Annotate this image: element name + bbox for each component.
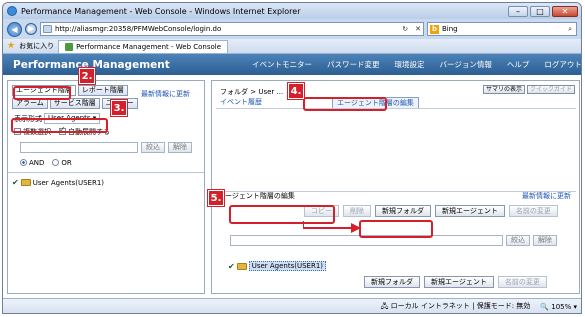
summary-button[interactable]: サマリの表示 xyxy=(482,85,525,94)
bing-icon: b xyxy=(430,24,439,34)
minimize-button[interactable]: – xyxy=(508,5,528,17)
browser-tab[interactable]: Performance Management - Web Console xyxy=(58,39,229,53)
address-bar: ◀ ▶ http://aliasmgr:20358/PFMWebConsole/… xyxy=(3,19,581,39)
quick-guide-button[interactable]: クイックガイド xyxy=(526,85,575,94)
or-radio[interactable]: OR xyxy=(52,159,72,167)
zoom-control[interactable]: 🔍 105% ▾ xyxy=(540,303,577,311)
url-field[interactable]: http://aliasmgr:20358/PFMWebConsole/logi… xyxy=(40,22,424,36)
close-button[interactable]: ✕ xyxy=(552,5,578,17)
favorites-star-icon[interactable]: ★ xyxy=(7,41,15,51)
chevron-down-icon: ▾ xyxy=(571,303,577,311)
right-separator xyxy=(216,108,576,109)
callout-4: 4. xyxy=(288,83,304,99)
new-agent-button-bottom[interactable]: 新規エージェント xyxy=(424,276,494,288)
check-icon: ✔ xyxy=(228,261,235,271)
refresh-link[interactable]: 最新情報に更新 xyxy=(141,89,190,99)
arrow-icon xyxy=(303,221,361,233)
favorites-bar: ★ お気に入り Performance Management - Web Con… xyxy=(3,39,581,54)
right-clear-button[interactable]: 解除 xyxy=(533,235,557,246)
highlight-display-format xyxy=(11,118,108,133)
status-bar: 🖧 ローカル イントラネット | 保護モード: 無効 🔍 105% ▾ xyxy=(3,298,581,313)
nav-help[interactable]: ヘルプ xyxy=(507,59,530,70)
left-pane: エージェント階層 レポート階層 アラーム サービス階層 ユーザー 最新情報に更新… xyxy=(7,80,205,294)
new-agent-button-top[interactable]: 新規エージェント xyxy=(435,205,505,217)
top-button-row: コピー 削除 新規フォルダ 新規エージェント 名前の変更 xyxy=(304,205,558,217)
check-icon: ✔ xyxy=(12,178,19,187)
favorites-label[interactable]: お気に入り xyxy=(19,41,54,51)
section-title: エージェント階層の編集 xyxy=(218,192,295,200)
search-icon[interactable]: ⌕ xyxy=(566,25,574,34)
zoom-label: 105% xyxy=(551,303,572,311)
left-narrow-button[interactable]: 絞込 xyxy=(141,142,165,153)
right-tree-label: User Agents(USER1) xyxy=(248,261,327,271)
magnifier-icon: 🔍 xyxy=(540,303,552,311)
stop-icon[interactable]: ✕ xyxy=(413,25,423,33)
search-engine-label: Bing xyxy=(442,25,458,33)
breadcrumb: フォルダ > User ... xyxy=(220,88,284,96)
highlight-agent-tab xyxy=(13,86,71,100)
nav-version-info[interactable]: バージョン情報 xyxy=(440,59,492,70)
nav-settings[interactable]: 環境設定 xyxy=(395,59,425,70)
tab-report-hierarchy[interactable]: レポート階層 xyxy=(77,85,128,96)
right-pane: フォルダ > User ... サマリの表示 クイックガイド イベント履歴 エー… xyxy=(211,80,580,294)
nav-password-change[interactable]: パスワード変更 xyxy=(327,59,380,70)
network-icon: 🖧 xyxy=(380,302,391,310)
right-tree-item[interactable]: ✔ User Agents(USER1) xyxy=(228,261,327,271)
forward-button[interactable]: ▶ xyxy=(25,23,37,35)
back-button[interactable]: ◀ xyxy=(7,21,22,37)
left-search-row: 絞込 解除 xyxy=(20,142,192,153)
highlight-new-folder xyxy=(359,220,433,238)
and-radio[interactable]: AND xyxy=(20,159,44,167)
url-text: http://aliasmgr:20358/PFMWebConsole/logi… xyxy=(55,25,222,33)
left-divider xyxy=(8,172,204,173)
rename-button-bottom[interactable]: 名前の変更 xyxy=(497,276,547,288)
callout-3: 3. xyxy=(111,100,127,116)
bottom-button-row: 新規フォルダ 新規エージェント 名前の変更 xyxy=(364,276,547,288)
title-bar: Performance Management - Web Console - W… xyxy=(3,3,581,19)
left-tree-item[interactable]: ✔ User Agents(USER1) xyxy=(12,178,104,187)
window-title: Performance Management - Web Console - W… xyxy=(21,6,301,16)
tab-page-icon xyxy=(65,42,74,51)
callout-5: 5. xyxy=(208,190,224,206)
and-or-radios: AND OR xyxy=(20,159,72,167)
refresh-icon[interactable]: ↻ xyxy=(400,25,410,33)
maximize-button[interactable]: □ xyxy=(530,5,550,17)
nav-event-monitor[interactable]: イベントモニター xyxy=(252,59,312,70)
folder-icon xyxy=(20,179,31,186)
callout-2: 2. xyxy=(79,68,95,84)
tab-label: Performance Management - Web Console xyxy=(76,42,222,51)
right-narrow-button[interactable]: 絞込 xyxy=(506,235,530,246)
rename-button-top[interactable]: 名前の変更 xyxy=(508,205,558,217)
left-tree-label: User Agents(USER1) xyxy=(32,178,105,187)
left-search-input[interactable] xyxy=(20,142,138,153)
search-field[interactable]: b Bing ⌕ xyxy=(427,22,577,36)
folder-icon xyxy=(236,262,247,270)
page-icon xyxy=(43,25,52,33)
new-folder-button-bottom[interactable]: 新規フォルダ xyxy=(364,276,420,288)
or-label: OR xyxy=(61,159,72,167)
and-label: AND xyxy=(29,159,45,167)
new-folder-button-top[interactable]: 新規フォルダ xyxy=(375,205,431,217)
left-clear-button[interactable]: 解除 xyxy=(168,142,192,153)
browser-window: Performance Management - Web Console - W… xyxy=(2,2,582,314)
section-refresh-link[interactable]: 最新情報に更新 xyxy=(522,191,571,201)
nav-logout[interactable]: ログアウト xyxy=(544,59,581,70)
ie-logo-icon xyxy=(7,6,17,16)
page-content: Performance Management イベントモニター パスワード変更 … xyxy=(3,54,581,298)
delete-button[interactable]: 削除 xyxy=(343,205,371,217)
zone-label: ローカル イントラネット | 保護モード: 無効 xyxy=(390,302,531,310)
app-title: Performance Management xyxy=(13,58,170,71)
highlight-edit-tab xyxy=(303,97,387,111)
zone-status: 🖧 ローカル イントラネット | 保護モード: 無効 xyxy=(381,301,531,313)
